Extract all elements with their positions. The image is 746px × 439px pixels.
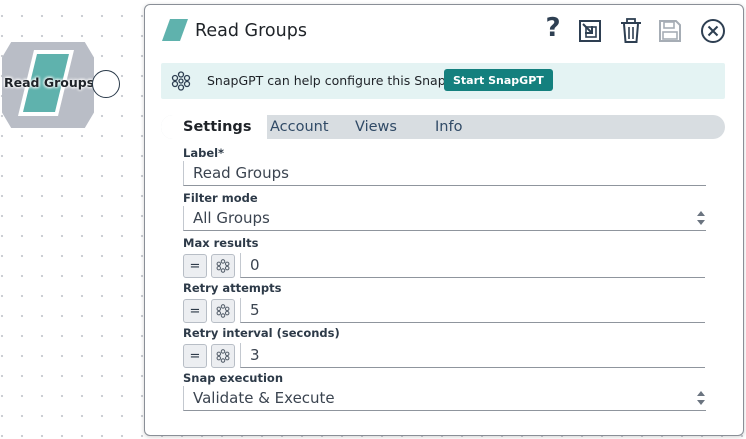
canvas-snap-node[interactable]: Read Groups [0, 42, 120, 128]
suggest-icon[interactable] [211, 344, 235, 368]
max-results-row: = 0 [183, 253, 705, 278]
retry-interval-row: = 3 [183, 343, 705, 368]
expression-toggle-button[interactable]: = [183, 299, 207, 323]
retry-interval-input[interactable]: 3 [240, 343, 705, 368]
retry-attempts-input[interactable]: 5 [240, 298, 705, 323]
snap-output-port[interactable] [92, 70, 120, 98]
snap-node-label: Read Groups [4, 75, 95, 90]
tab-views[interactable]: Views [355, 115, 397, 139]
expression-toggle-button[interactable]: = [183, 254, 207, 278]
snapgpt-banner-text: SnapGPT can help configure this Snap. [207, 73, 450, 88]
tab-bar: Settings Account Views Info [161, 115, 725, 139]
close-icon[interactable] [699, 17, 727, 45]
snapgpt-banner: SnapGPT can help configure this Snap. St… [161, 63, 725, 99]
snapgpt-icon [171, 71, 191, 91]
suggest-icon[interactable] [211, 299, 235, 323]
dialog-title: Read Groups [195, 21, 307, 41]
help-icon[interactable]: ? [541, 13, 565, 43]
label-input[interactable]: Read Groups [183, 161, 706, 186]
suggest-icon[interactable] [211, 254, 235, 278]
label-input-value: Read Groups [193, 164, 289, 182]
tab-account[interactable]: Account [270, 115, 329, 139]
start-snapgpt-button[interactable]: Start SnapGPT [444, 69, 553, 91]
snap-settings-dialog: Read Groups ? SnapGPT can help configure… [144, 4, 744, 436]
select-arrows-icon [697, 391, 705, 405]
retry-interval-value: 3 [250, 346, 260, 364]
expression-toggle-button[interactable]: = [183, 344, 207, 368]
max-results-input[interactable]: 0 [240, 253, 705, 278]
save-icon[interactable] [657, 17, 683, 45]
snap-execution-label: Snap execution [183, 371, 284, 385]
tab-info[interactable]: Info [435, 115, 462, 139]
snap-execution-select[interactable]: Validate & Execute [183, 386, 706, 411]
label-field-label: Label* [183, 146, 225, 160]
max-results-label: Max results [183, 236, 259, 250]
filter-mode-value: All Groups [193, 209, 270, 227]
retry-interval-label: Retry interval (seconds) [183, 326, 340, 340]
retry-attempts-label: Retry attempts [183, 281, 282, 295]
max-results-value: 0 [250, 256, 260, 274]
retry-attempts-value: 5 [250, 301, 260, 319]
trash-icon[interactable] [618, 17, 644, 45]
retry-attempts-row: = 5 [183, 298, 705, 323]
export-icon[interactable] [577, 17, 603, 45]
tab-settings[interactable]: Settings [161, 115, 268, 139]
snap-type-icon [162, 19, 188, 41]
filter-mode-label: Filter mode [183, 191, 258, 205]
select-arrows-icon [697, 211, 705, 225]
snap-execution-value: Validate & Execute [193, 389, 335, 407]
filter-mode-select[interactable]: All Groups [183, 206, 706, 231]
